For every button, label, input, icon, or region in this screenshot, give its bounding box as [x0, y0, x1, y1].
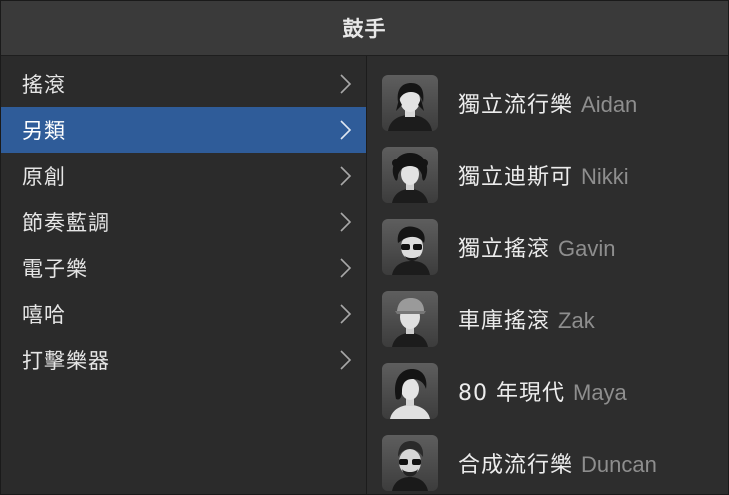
zak-avatar-icon [382, 291, 438, 347]
drummer-name: Duncan [581, 452, 657, 477]
drummer-browser-window: 鼓手 搖滾 另類 原創 節奏藍調 電子樂 嘻哈 打擊樂器 獨立流行樂 Aidan… [0, 0, 729, 495]
drummer-style: 獨立流行樂 [458, 93, 574, 118]
chevron-right-icon [338, 165, 352, 187]
category-label: 嘻哈 [22, 303, 66, 327]
drummer-item-maya[interactable]: 80 年現代 Maya [367, 355, 728, 427]
chevron-right-icon [338, 303, 352, 325]
category-item-percussion[interactable]: 打擊樂器 [1, 337, 366, 383]
drummer-item-nikki[interactable]: 獨立迪斯可 Nikki [367, 139, 728, 211]
drummer-name: Aidan [581, 92, 638, 117]
category-label: 節奏藍調 [22, 211, 110, 235]
category-item-rnb[interactable]: 節奏藍調 [1, 199, 366, 245]
category-item-songwriter[interactable]: 原創 [1, 153, 366, 199]
drummer-item-duncan[interactable]: 合成流行樂 Duncan [367, 427, 728, 495]
chevron-right-icon [338, 349, 352, 371]
drummer-name: Nikki [581, 164, 629, 189]
category-label: 搖滾 [22, 73, 66, 97]
drummer-style: 獨立搖滾 [458, 237, 551, 262]
category-list: 搖滾 另類 原創 節奏藍調 電子樂 嘻哈 打擊樂器 [1, 56, 367, 494]
chevron-right-icon [338, 119, 352, 141]
chevron-right-icon [338, 211, 352, 233]
drummer-item-zak[interactable]: 車庫搖滾 Zak [367, 283, 728, 355]
drummer-item-gavin[interactable]: 獨立搖滾 Gavin [367, 211, 728, 283]
category-label: 打擊樂器 [22, 349, 110, 373]
maya-avatar-icon [382, 363, 438, 419]
drummer-style: 合成流行樂 [458, 453, 574, 478]
chevron-right-icon [338, 257, 352, 279]
aidan-avatar-icon [382, 75, 438, 131]
drummer-list: 獨立流行樂 Aidan 獨立迪斯可 Nikki 獨立搖滾 Gavin 車庫搖滾 … [367, 56, 728, 494]
category-label: 電子樂 [22, 257, 88, 281]
chevron-right-icon [338, 73, 352, 95]
nikki-avatar-icon [382, 147, 438, 203]
gavin-avatar-icon [382, 219, 438, 275]
drummer-style: 80 年現代 [458, 381, 565, 406]
drummer-name: Maya [573, 380, 627, 405]
drummer-name: Zak [558, 308, 595, 333]
category-item-alternative[interactable]: 另類 [1, 107, 366, 153]
category-item-electronic[interactable]: 電子樂 [1, 245, 366, 291]
duncan-avatar-icon [382, 435, 438, 491]
drummer-style: 車庫搖滾 [458, 309, 551, 334]
category-label: 另類 [22, 119, 66, 143]
category-item-hiphop[interactable]: 嘻哈 [1, 291, 366, 337]
drummer-item-aidan[interactable]: 獨立流行樂 Aidan [367, 67, 728, 139]
content-area: 搖滾 另類 原創 節奏藍調 電子樂 嘻哈 打擊樂器 獨立流行樂 Aidan 獨立… [1, 56, 728, 494]
category-label: 原創 [22, 165, 66, 189]
drummer-style: 獨立迪斯可 [458, 165, 574, 190]
drummer-name: Gavin [558, 236, 616, 261]
title-bar: 鼓手 [1, 1, 728, 56]
category-item-rock[interactable]: 搖滾 [1, 61, 366, 107]
window-title: 鼓手 [342, 17, 387, 41]
